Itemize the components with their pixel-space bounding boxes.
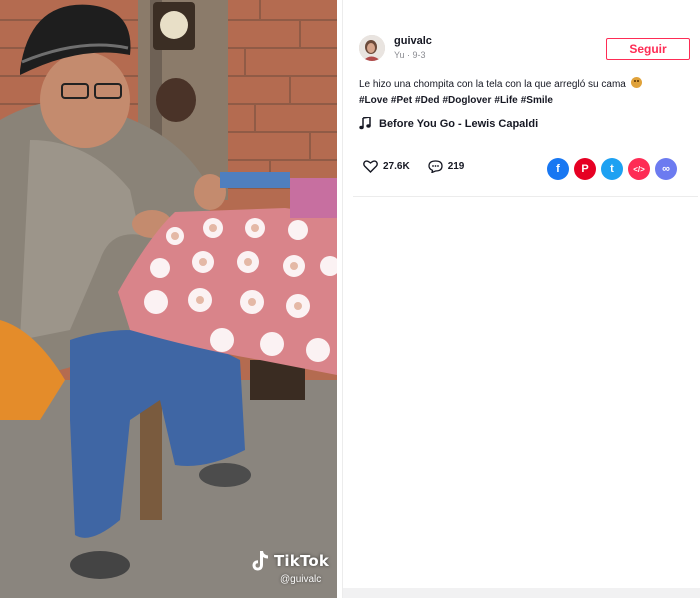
post-caption: Le hizo una chompita con la tela con la … [359,77,689,109]
post-info-panel: guivalc Yu · 9-3 Seguir Le hizo una chom… [342,0,700,598]
hashtag-link[interactable]: #Pet [391,95,412,106]
divider [353,196,698,197]
bottom-scrollbar[interactable] [343,588,700,598]
music-title: Before You Go - Lewis Capaldi [379,117,539,130]
hashtag-link[interactable]: #Smile [521,95,553,106]
follow-button[interactable]: Seguir [606,38,690,60]
watermark-handle: @guivalc [280,574,322,585]
like-count: 27.6K [383,161,410,172]
hashtag-link[interactable]: #Love [359,95,388,106]
copy-link-button[interactable]: ∞ [655,158,677,180]
hashtag-link[interactable]: #Doglover [442,95,491,106]
author-header: guivalc Yu · 9-3 [359,34,432,62]
comment-count: 219 [447,161,465,172]
twitter-share-button[interactable]: t [601,158,623,180]
music-link[interactable]: Before You Go - Lewis Capaldi [359,117,538,130]
comment-stat[interactable]: 219 [428,160,465,173]
embed-share-button[interactable]: </> [628,158,650,180]
pinterest-icon: P [581,163,589,175]
twitter-icon: t [610,163,614,175]
link-icon: ∞ [662,163,670,175]
video-frame [0,0,337,598]
tiktok-brand-text: TikTok [274,552,330,570]
hashtag-list: #Love #Pet #Ded #Doglover #Life #Smile [359,93,689,109]
share-buttons: f P t </> ∞ [547,158,677,180]
facebook-share-button[interactable]: f [547,158,569,180]
video-player[interactable]: TikTok @guivalc [0,0,337,598]
embed-icon: </> [633,164,645,174]
comment-icon [428,160,443,173]
author-username[interactable]: guivalc [394,34,432,48]
music-note-icon [359,117,371,130]
avatar[interactable] [359,35,385,61]
author-subline: Yu · 9-3 [394,50,426,60]
like-stat[interactable]: 27.6K [363,160,410,173]
engagement-stats: 27.6K 219 [363,160,482,173]
avatar-image [359,35,385,61]
hashtag-link[interactable]: #Life [494,95,517,106]
hashtag-link[interactable]: #Ded [415,95,439,106]
facebook-icon: f [556,163,560,175]
pinterest-share-button[interactable]: P [574,158,596,180]
caption-text: Le hizo una chompita con la tela con la … [359,79,626,90]
emoji-icon [630,77,642,88]
tiktok-logo-icon [252,551,268,571]
heart-icon [363,160,378,173]
tiktok-watermark: TikTok @guivalc [248,549,329,585]
